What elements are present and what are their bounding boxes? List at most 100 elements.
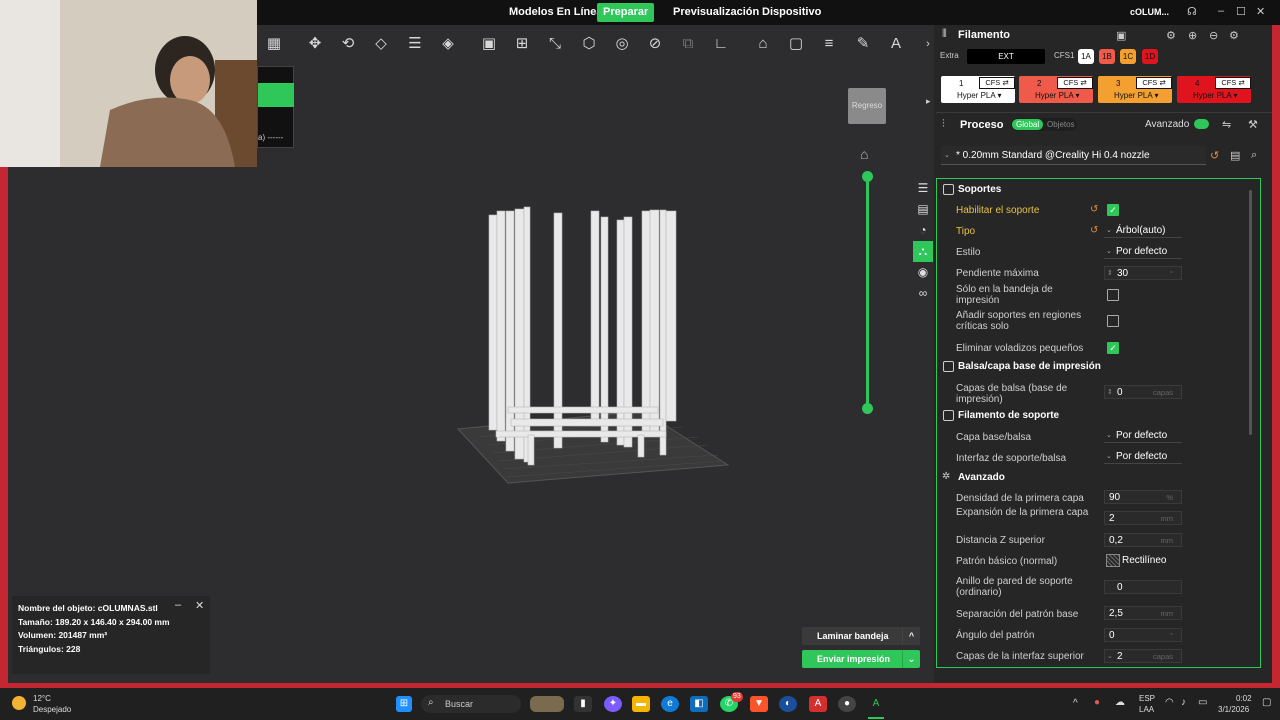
paint-icon[interactable]: ✎ — [852, 33, 874, 55]
move-icon[interactable]: ✥ — [304, 33, 326, 55]
add-filament-icon[interactable]: ⊕ — [1188, 29, 1197, 42]
global-objects-toggle[interactable]: Global Objetos — [1011, 118, 1077, 131]
layers-icon[interactable]: ≡ — [818, 33, 840, 55]
search-icon[interactable]: ⌕ — [1251, 149, 1257, 162]
text-icon[interactable]: ▢ — [785, 33, 807, 55]
task-view-icon[interactable]: ▮ — [574, 696, 592, 712]
slice-plate-button[interactable]: Laminar bandeja ^ — [802, 627, 920, 645]
maximize-icon[interactable]: ☐ — [1236, 5, 1246, 18]
clock-date[interactable]: 3/1/2026 — [1218, 705, 1249, 714]
creality-print-icon[interactable]: A — [867, 696, 885, 712]
support-icon[interactable]: ⛬ — [913, 241, 933, 262]
cut-icon[interactable]: ◎ — [611, 33, 633, 55]
global-option[interactable]: Global — [1012, 119, 1044, 130]
language-code[interactable]: ESP — [1139, 694, 1155, 703]
first-density-input[interactable]: 90% — [1104, 490, 1182, 504]
reset-preset-icon[interactable]: ↺ — [1210, 149, 1219, 162]
view-cube[interactable]: Regreso — [848, 88, 886, 124]
chevron-down-icon[interactable]: ⌄ — [902, 650, 920, 668]
cube-icon[interactable]: ⬡ — [578, 33, 600, 55]
vpn-icon[interactable]: ◐ — [779, 696, 797, 712]
mic-icon[interactable]: ● — [1094, 697, 1100, 708]
first-expansion-input[interactable]: 2 mm — [1104, 511, 1182, 525]
objects-option[interactable]: Objetos — [1047, 119, 1075, 130]
ext-slot[interactable]: EXT — [967, 49, 1045, 64]
filament-material[interactable]: Hyper PLA ▾ — [1193, 91, 1237, 100]
add-plate-icon[interactable]: ▦ — [263, 33, 285, 55]
process-preset-select[interactable]: ⌄ * 0.20mm Standard @Creality Hi 0.4 noz… — [941, 146, 1206, 165]
collapse-panel-icon[interactable]: ▸ — [926, 96, 931, 107]
cfs-sync-icon[interactable]: ▣ — [1116, 29, 1126, 42]
minimize-icon[interactable]: – — [1218, 5, 1224, 17]
davinci-icon[interactable]: ● — [838, 696, 856, 712]
store-icon[interactable]: ◧ — [690, 696, 708, 712]
filament-slot-4[interactable]: 4 CFS ⇄ Hyper PLA ▾ — [1177, 76, 1251, 103]
filament-slot-3[interactable]: 3 CFS ⇄ Hyper PLA ▾ — [1098, 76, 1172, 103]
filament-cfs[interactable]: CFS ⇄ — [1057, 77, 1093, 89]
filament-cfs[interactable]: CFS ⇄ — [979, 77, 1015, 89]
file-explorer-icon[interactable]: ▬ — [632, 696, 650, 712]
base-raft-select[interactable]: ⌄ Por defecto — [1104, 428, 1182, 443]
close-info-icon[interactable]: ✕ — [195, 599, 204, 612]
close-icon[interactable]: ✕ — [1256, 5, 1265, 18]
critical-only-checkbox[interactable] — [1107, 315, 1119, 327]
copilot-icon[interactable]: ✦ — [604, 696, 622, 712]
wrench-icon[interactable]: ⚒ — [1248, 118, 1258, 131]
language-layout[interactable]: LAA — [1139, 705, 1154, 714]
minimize-info-icon[interactable]: – — [175, 599, 181, 611]
lay-on-face-icon[interactable]: ◈ — [437, 33, 459, 55]
split-objects-icon[interactable]: ▣ — [478, 33, 500, 55]
multimaterial-icon[interactable]: ∞ — [913, 283, 933, 304]
style-select[interactable]: ⌄ Por defecto — [1104, 244, 1182, 259]
filament-slot-1[interactable]: 1 CFS ⇄ Hyper PLA ▾ — [941, 76, 1015, 103]
interface-select[interactable]: ⌄ Por defecto — [1104, 449, 1182, 464]
rotate-icon[interactable]: ⟲ — [337, 33, 359, 55]
speed-icon[interactable]: ◔ — [913, 220, 933, 241]
brave-icon[interactable]: ▼ — [750, 696, 768, 712]
slot-1d[interactable]: 1D — [1142, 49, 1158, 64]
news-widget-icon[interactable] — [530, 696, 564, 712]
settings-scrollbar[interactable] — [1249, 190, 1252, 435]
filament-settings-icon[interactable]: ⚙ — [1166, 29, 1176, 42]
clock-time[interactable]: 0:02 — [1236, 694, 1252, 703]
seam-icon[interactable]: ⌂ — [752, 33, 774, 55]
home-icon[interactable]: ⌂ — [860, 146, 868, 162]
tab-device[interactable]: Dispositivo — [756, 3, 827, 22]
boolean-icon[interactable]: ⧉ — [677, 33, 699, 55]
type-select[interactable]: ⌄ Árbol(auto) — [1104, 223, 1182, 238]
quality-icon[interactable]: ▤ — [913, 199, 933, 220]
measure-icon[interactable]: ∟ — [710, 33, 732, 55]
auto-orient-icon[interactable]: ◇ — [370, 33, 392, 55]
pattern-select[interactable]: Rectilíneo — [1104, 553, 1182, 568]
headset-icon[interactable]: ☊ — [1187, 5, 1197, 18]
tab-prepare[interactable]: Preparar — [597, 3, 655, 22]
filament-cfs[interactable]: CFS ⇄ — [1215, 77, 1251, 89]
top-interface-input[interactable]: ⌄ 2 capas — [1104, 649, 1182, 663]
max-slope-input[interactable]: ⇕ 30 ° — [1104, 266, 1182, 280]
top-z-input[interactable]: 0,2 mm — [1104, 533, 1182, 547]
layer-slider[interactable] — [866, 176, 869, 408]
arrange-icon[interactable]: ☰ — [404, 33, 426, 55]
reset-enable-support-icon[interactable]: ↺ — [1090, 204, 1098, 215]
filament-slot-2[interactable]: 2 CFS ⇄ Hyper PLA ▾ — [1019, 76, 1093, 103]
tab-online-models[interactable]: Modelos En Línea — [503, 3, 609, 22]
search-box[interactable]: ⌕ Buscar — [421, 695, 521, 713]
slot-1c[interactable]: 1C — [1120, 49, 1136, 64]
remove-filament-icon[interactable]: ⊖ — [1209, 29, 1218, 42]
gear-icon[interactable]: ⚙ — [1229, 29, 1239, 42]
start-icon[interactable]: ⊞ — [396, 696, 412, 712]
chevron-up-icon[interactable]: ^ — [902, 627, 920, 645]
slot-1a[interactable]: 1A — [1078, 49, 1094, 64]
scale-icon[interactable]: ⊞ — [511, 33, 533, 55]
only-bed-checkbox[interactable] — [1107, 289, 1119, 301]
slider-top-handle[interactable] — [862, 171, 873, 182]
weather-icon[interactable] — [12, 696, 26, 710]
columns-model[interactable] — [488, 206, 677, 466]
resize-icon[interactable]: ⤡ — [544, 33, 566, 55]
pattern-angle-input[interactable]: 0 ° — [1104, 628, 1182, 642]
save-preset-icon[interactable]: ▤ — [1230, 149, 1240, 162]
enable-support-checkbox[interactable]: ✓ — [1107, 204, 1119, 216]
filament-material[interactable]: Hyper PLA ▾ — [957, 91, 1001, 100]
raft-layers-input[interactable]: ⇕ 0 capas — [1104, 385, 1182, 399]
weather-temp[interactable]: 12°C — [33, 694, 51, 703]
